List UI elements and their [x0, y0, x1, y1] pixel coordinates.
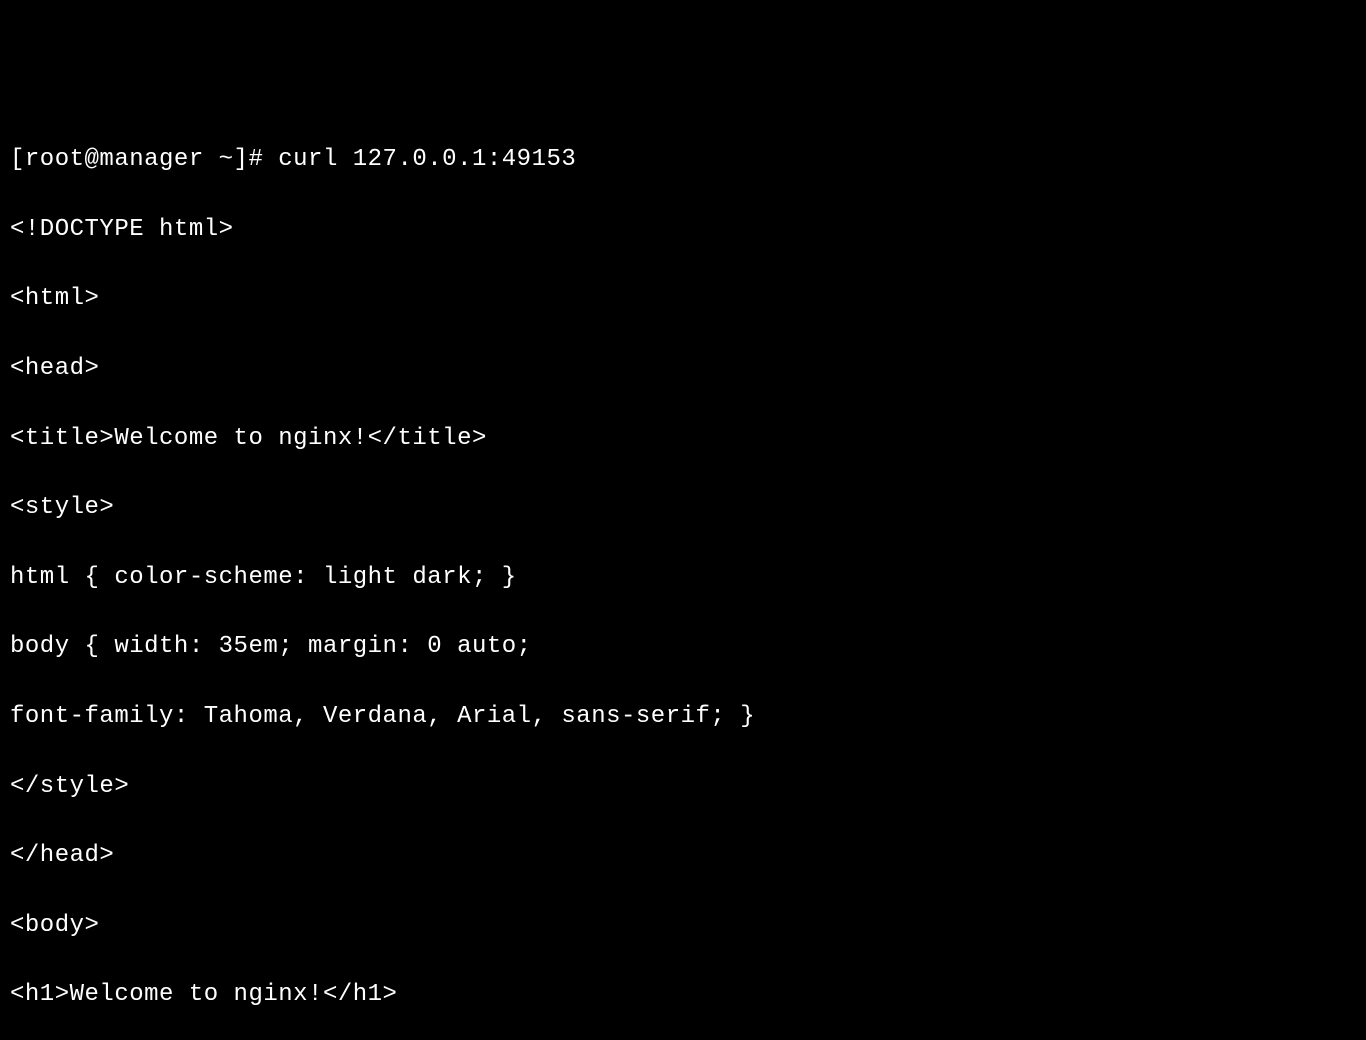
- terminal-line-prompt: [root@manager ~]# curl 127.0.0.1:49153: [10, 143, 1356, 178]
- terminal-output-line: <head>: [10, 352, 1356, 387]
- terminal-output-line: <!DOCTYPE html>: [10, 213, 1356, 248]
- terminal-output-line: </head>: [10, 839, 1356, 874]
- terminal-output-line: <h1>Welcome to nginx!</h1>: [10, 978, 1356, 1013]
- terminal-output-line: </style>: [10, 770, 1356, 805]
- terminal-output-line: <html>: [10, 282, 1356, 317]
- terminal-output-line: <style>: [10, 491, 1356, 526]
- terminal-output-line: <title>Welcome to nginx!</title>: [10, 422, 1356, 457]
- terminal-output-line: font-family: Tahoma, Verdana, Arial, san…: [10, 700, 1356, 735]
- terminal-output-line: <body>: [10, 909, 1356, 944]
- terminal-output-line: html { color-scheme: light dark; }: [10, 561, 1356, 596]
- terminal-output-line: body { width: 35em; margin: 0 auto;: [10, 630, 1356, 665]
